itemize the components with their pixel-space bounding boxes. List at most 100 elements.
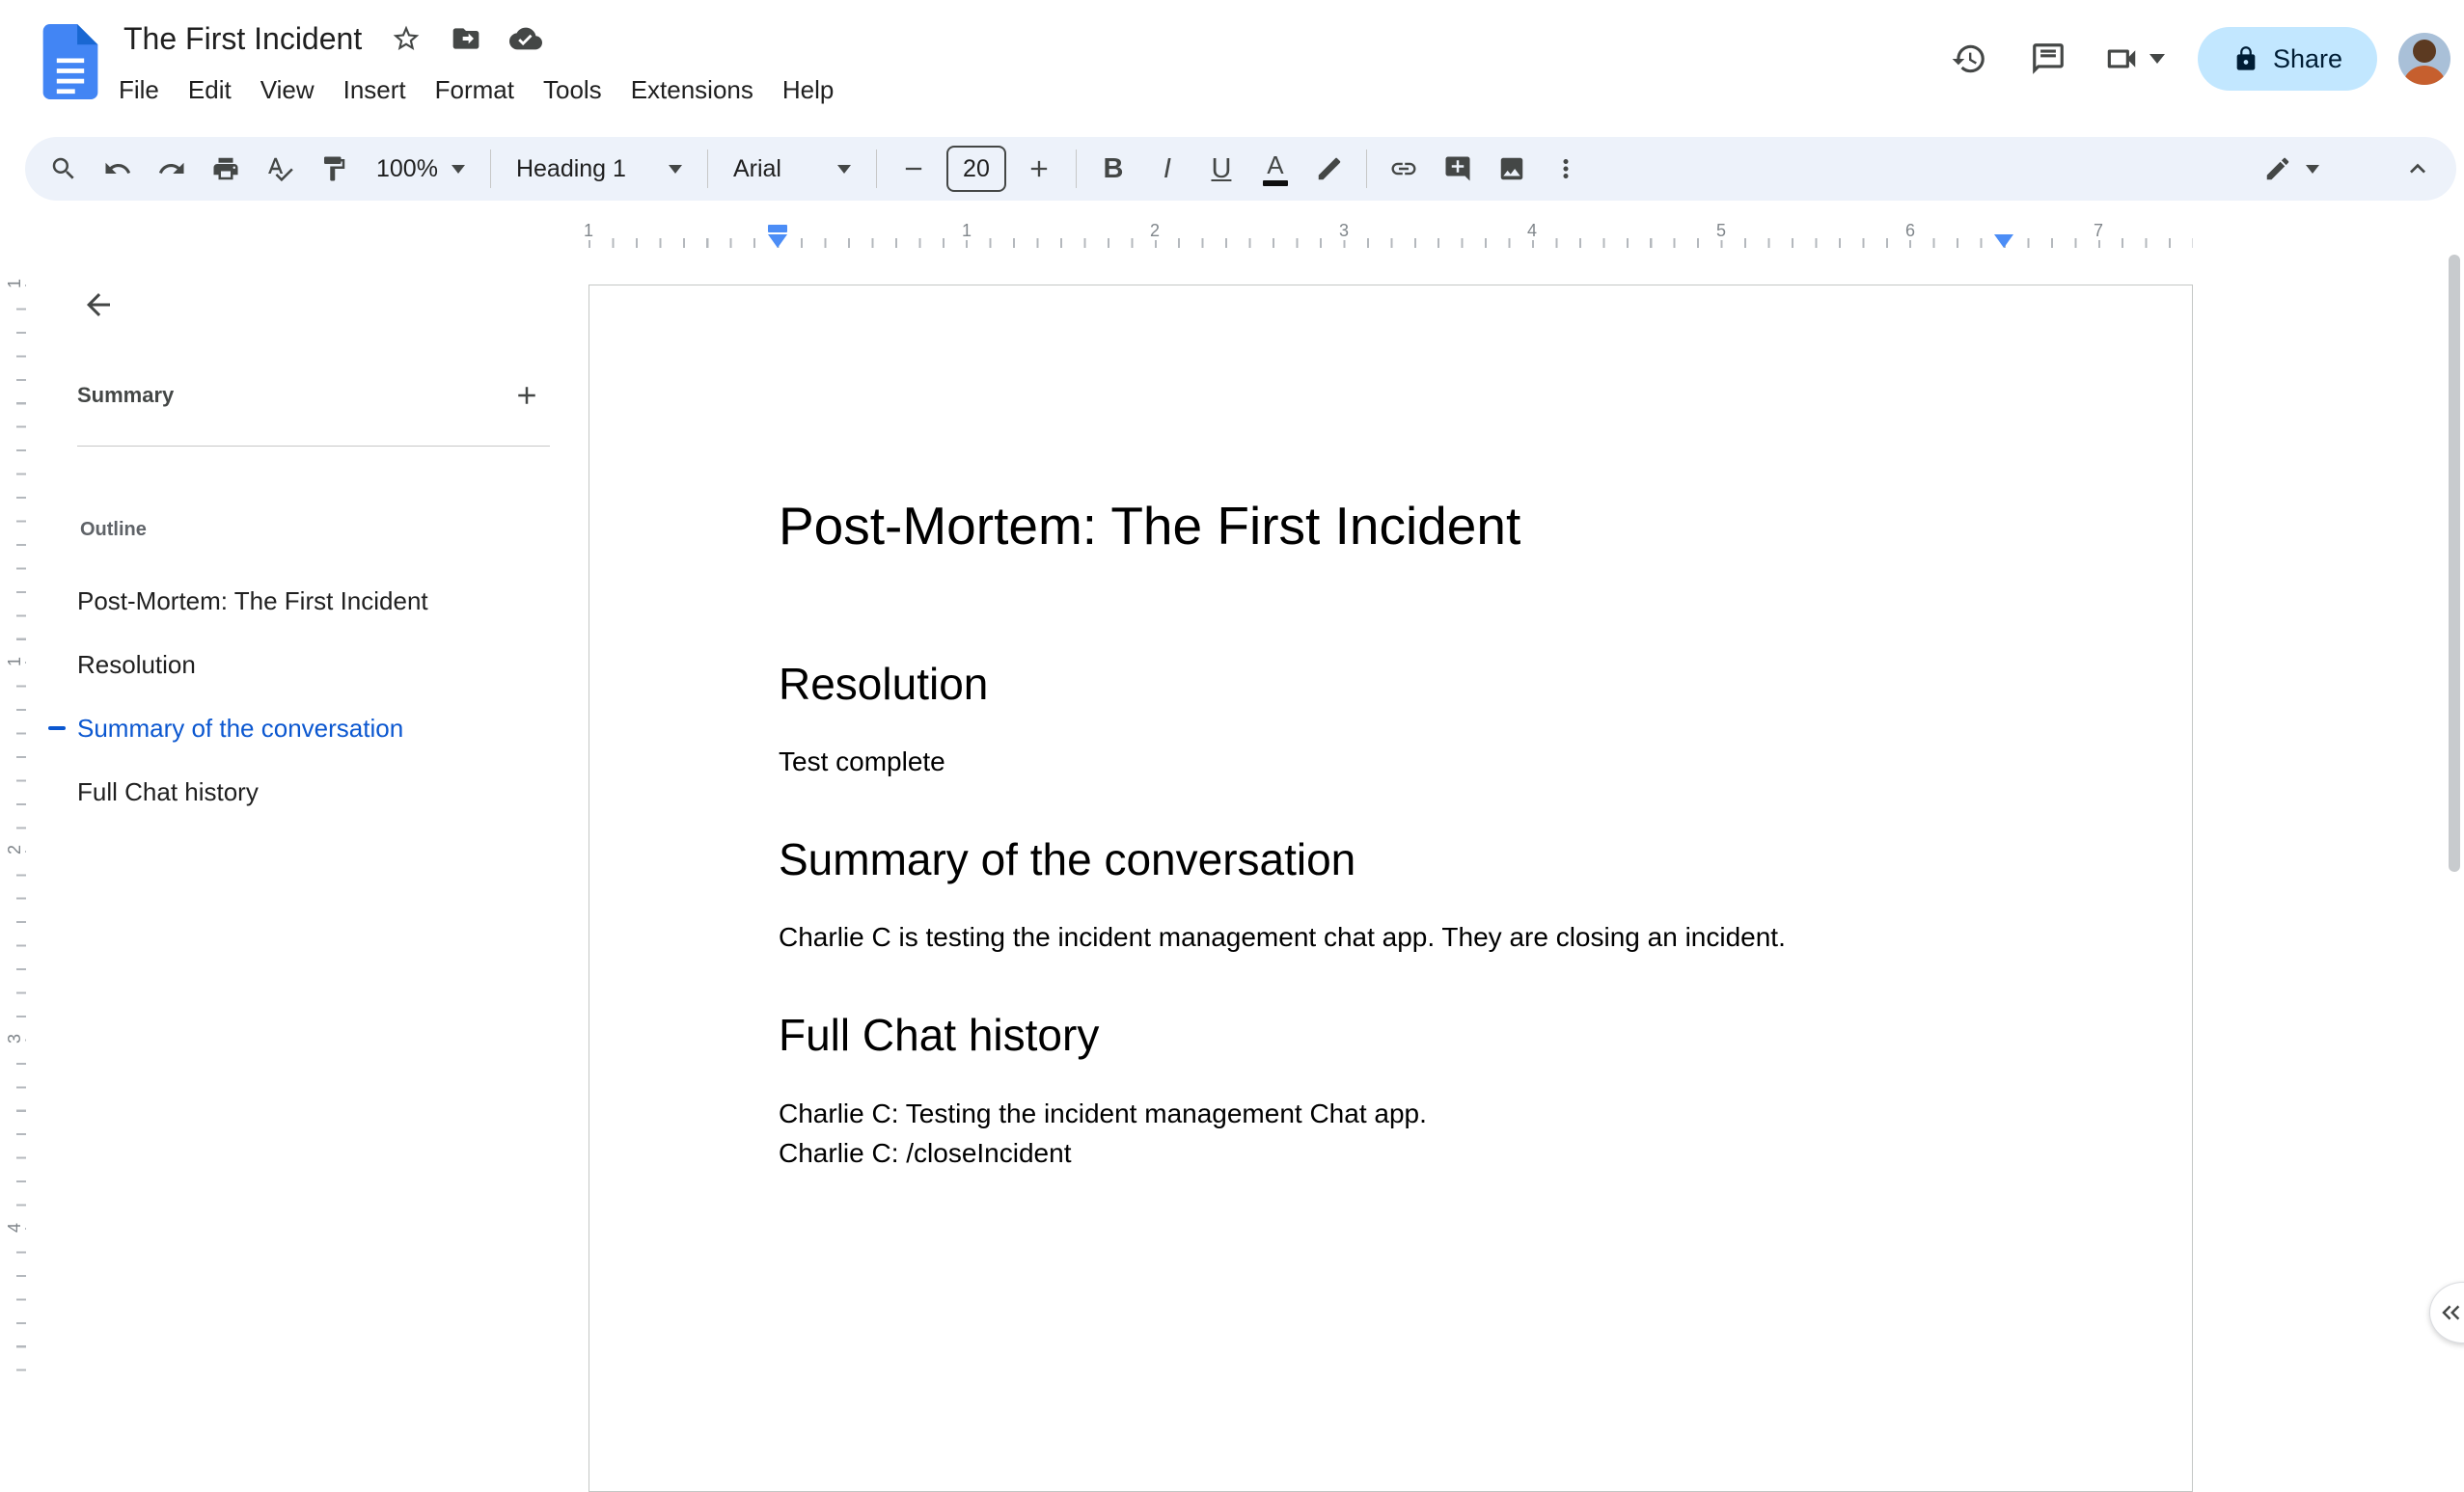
doc-paragraph[interactable]: Charlie C: Testing the incident manageme… bbox=[779, 1094, 2003, 1133]
star-icon bbox=[393, 25, 420, 50]
ruler-number: 2 bbox=[1145, 221, 1164, 240]
docs-logo-icon bbox=[42, 24, 98, 99]
search-menus-button[interactable] bbox=[39, 144, 89, 194]
italic-button[interactable]: I bbox=[1142, 144, 1192, 194]
outline-item[interactable]: Resolution bbox=[29, 633, 589, 696]
image-icon bbox=[1500, 157, 1523, 180]
menu-extensions[interactable]: Extensions bbox=[616, 66, 768, 114]
doc-paragraph[interactable]: Charlie C is testing the incident manage… bbox=[779, 917, 2003, 957]
menu-bar: File Edit View Insert Format Tools Exten… bbox=[104, 66, 848, 114]
menu-file[interactable]: File bbox=[104, 66, 174, 114]
zoom-value: 100% bbox=[376, 154, 438, 182]
decrease-font-size-button[interactable] bbox=[889, 144, 939, 194]
doc-heading2-chat-history[interactable]: Full Chat history bbox=[779, 1009, 2003, 1062]
doc-heading2-resolution[interactable]: Resolution bbox=[779, 658, 2003, 711]
styles-dropdown[interactable]: Heading 1 bbox=[503, 144, 696, 194]
outline-item[interactable]: Full Chat history bbox=[29, 760, 589, 824]
right-indent-marker[interactable] bbox=[1994, 234, 2013, 248]
doc-paragraph[interactable]: Charlie C: /closeIncident bbox=[779, 1133, 2003, 1173]
version-history-button[interactable] bbox=[1937, 27, 2001, 91]
insert-link-button[interactable] bbox=[1379, 144, 1429, 194]
add-comment-button[interactable] bbox=[1433, 144, 1483, 194]
paragraph-style-value: Heading 1 bbox=[515, 154, 626, 182]
share-button[interactable]: Share bbox=[2197, 27, 2377, 91]
outline-item-active[interactable]: Summary of the conversation bbox=[29, 696, 589, 760]
expand-side-panel-button[interactable] bbox=[2429, 1282, 2464, 1343]
doc-heading2-summary[interactable]: Summary of the conversation bbox=[779, 833, 2003, 886]
scrollbar-thumb[interactable] bbox=[2449, 255, 2460, 872]
editing-mode-button[interactable] bbox=[2250, 144, 2333, 194]
menu-edit[interactable]: Edit bbox=[174, 66, 246, 114]
document-content: Post-Mortem: The First Incident Resoluti… bbox=[589, 285, 2192, 1173]
menu-tools[interactable]: Tools bbox=[529, 66, 616, 114]
star-button[interactable] bbox=[385, 17, 427, 60]
outline-item[interactable]: Post-Mortem: The First Incident bbox=[29, 569, 589, 633]
bold-button[interactable]: B bbox=[1088, 144, 1138, 194]
lock-icon bbox=[2236, 46, 2256, 70]
vertical-ruler[interactable]: 1 1 2 3 4 bbox=[0, 249, 29, 1378]
toolbar-divider bbox=[1075, 149, 1077, 188]
sidebar-divider bbox=[77, 446, 550, 447]
underline-button[interactable]: U bbox=[1196, 144, 1246, 194]
cloud-status-button[interactable] bbox=[505, 17, 547, 60]
menu-view[interactable]: View bbox=[246, 66, 329, 114]
ruler-number: 4 bbox=[1522, 221, 1542, 240]
left-indent-marker[interactable] bbox=[768, 234, 787, 248]
spellcheck-button[interactable] bbox=[255, 144, 305, 194]
avatar-shirt bbox=[2402, 66, 2447, 85]
toolbar-divider bbox=[1365, 149, 1367, 188]
font-dropdown[interactable]: Arial bbox=[720, 144, 864, 194]
videocam-icon bbox=[2107, 49, 2136, 68]
close-outline-button[interactable] bbox=[68, 274, 129, 336]
toolbar-divider bbox=[706, 149, 708, 188]
menu-insert[interactable]: Insert bbox=[329, 66, 421, 114]
chevron-down-icon bbox=[668, 164, 682, 174]
avatar[interactable] bbox=[2398, 33, 2450, 85]
hide-menus-button[interactable] bbox=[2393, 144, 2443, 194]
menu-format[interactable]: Format bbox=[421, 66, 529, 114]
summary-section: Summary bbox=[77, 370, 550, 420]
minus-icon bbox=[905, 167, 922, 171]
move-button[interactable] bbox=[445, 17, 487, 60]
doc-paragraph[interactable]: Test complete bbox=[779, 742, 2003, 781]
pencil-icon bbox=[2266, 157, 2289, 180]
summary-heading: Summary bbox=[77, 383, 175, 407]
toolbar-divider bbox=[489, 149, 491, 188]
first-line-indent-marker[interactable] bbox=[768, 225, 787, 232]
cloud-saved-icon bbox=[509, 27, 543, 50]
ruler-number: 1 bbox=[4, 269, 25, 298]
print-icon bbox=[213, 157, 238, 180]
redo-button[interactable] bbox=[147, 144, 197, 194]
insert-image-button[interactable] bbox=[1487, 144, 1537, 194]
redo-icon bbox=[158, 162, 184, 174]
paint-format-button[interactable] bbox=[309, 144, 359, 194]
font-size-input[interactable]: 20 bbox=[945, 146, 1006, 192]
document-page[interactable]: Post-Mortem: The First Incident Resoluti… bbox=[589, 285, 2193, 1492]
horizontal-ruler[interactable]: 1 1 2 3 4 5 6 7 bbox=[579, 220, 2193, 251]
increase-font-size-button[interactable] bbox=[1014, 144, 1064, 194]
plus-icon bbox=[1030, 160, 1048, 177]
ruler-number: 2 bbox=[4, 835, 25, 864]
search-icon bbox=[52, 157, 74, 179]
print-button[interactable] bbox=[201, 144, 251, 194]
doc-heading1[interactable]: Post-Mortem: The First Incident bbox=[779, 494, 2003, 557]
more-toolbar-options-button[interactable] bbox=[1541, 144, 1591, 194]
text-color-button[interactable]: A bbox=[1250, 144, 1300, 194]
ruler-ticks bbox=[589, 238, 2193, 248]
zoom-dropdown[interactable]: 100% bbox=[363, 144, 479, 194]
add-summary-button[interactable] bbox=[504, 372, 550, 419]
ruler-number: 3 bbox=[4, 1024, 25, 1053]
undo-button[interactable] bbox=[93, 144, 143, 194]
highlight-color-button[interactable] bbox=[1304, 144, 1355, 194]
meet-button[interactable] bbox=[2095, 27, 2173, 91]
menu-help[interactable]: Help bbox=[768, 66, 848, 114]
paint-roller-icon bbox=[324, 156, 345, 181]
docs-logo[interactable] bbox=[42, 24, 98, 99]
comments-button[interactable] bbox=[2016, 27, 2080, 91]
toolbar: 100% Heading 1 Arial 20 B I U A bbox=[25, 137, 2456, 201]
ruler-number: 3 bbox=[1334, 221, 1354, 240]
outline-heading: Outline bbox=[80, 519, 147, 540]
document-title[interactable]: The First Incident bbox=[118, 19, 368, 59]
bold-icon: B bbox=[1103, 152, 1124, 184]
header-main: The First Incident File Edit View Insert… bbox=[118, 12, 848, 114]
